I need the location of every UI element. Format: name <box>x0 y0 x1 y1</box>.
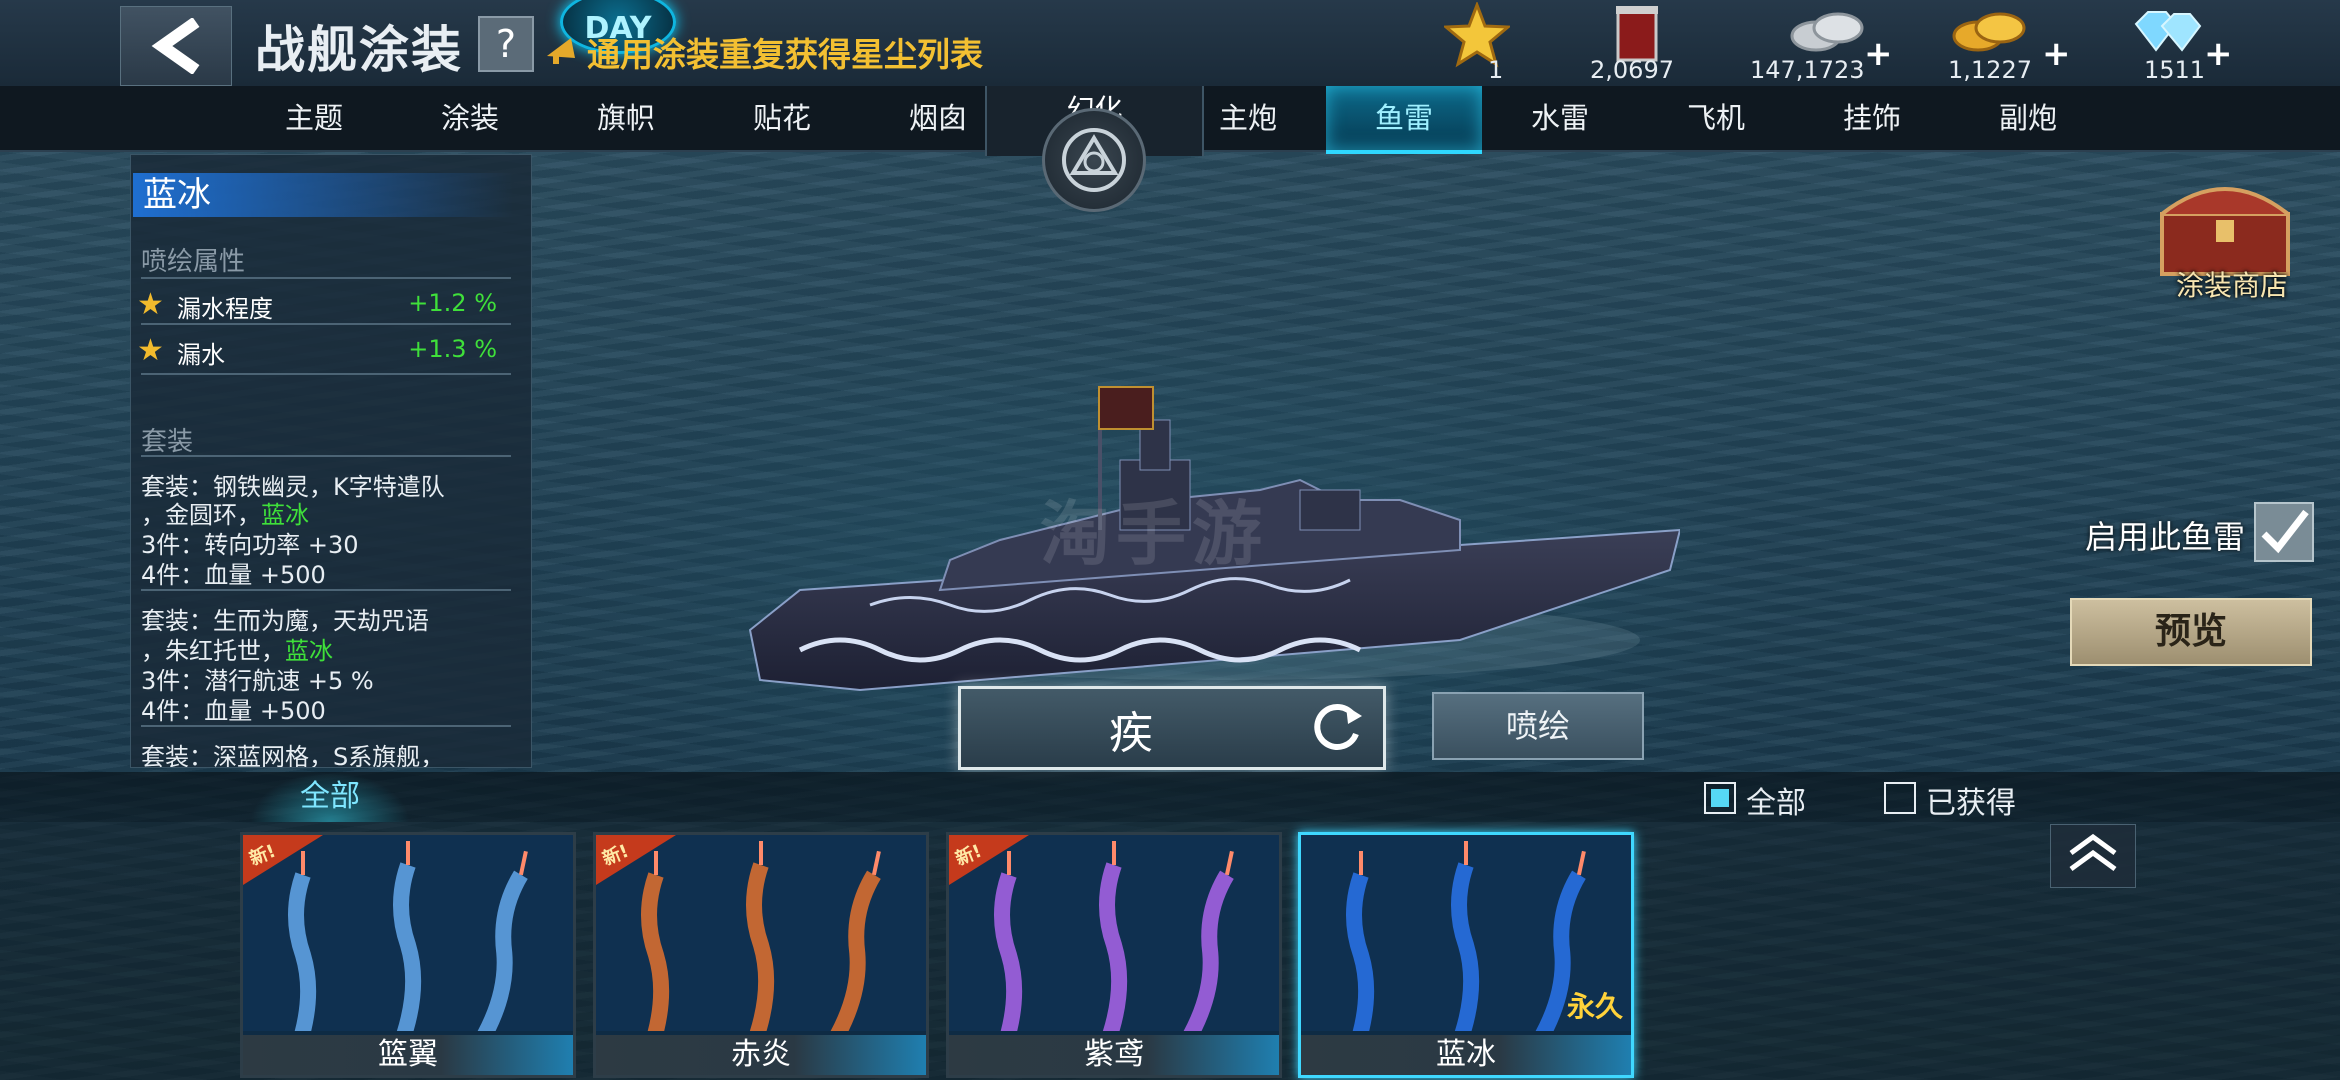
skin-card-name: 蓝冰 <box>1301 1035 1631 1075</box>
resource-silver-value: 147,1723 <box>1750 56 1865 84</box>
new-badge: 新! <box>596 835 676 885</box>
filter-all-label: 全部 <box>1746 786 1806 821</box>
skin-card-name: 篮翼 <box>243 1035 573 1075</box>
skin-card[interactable]: 新! 赤炎 <box>593 832 929 1078</box>
add-silver-button[interactable]: + <box>1864 34 1893 74</box>
enable-torpedo-label: 启用此鱼雷 <box>2085 518 2246 556</box>
tab-paint[interactable]: 涂装 <box>392 86 548 150</box>
resource-star-value: 1 <box>1488 56 1504 84</box>
resource-diamond-value: 1511 <box>2144 56 2206 84</box>
skin-card-name: 赤炎 <box>596 1035 926 1075</box>
double-chevron-up-icon <box>2069 833 2117 872</box>
skin-card[interactable]: 新! 紫鸢 <box>946 832 1282 1078</box>
ship-flag <box>1098 386 1154 430</box>
set1-bonus4: 4件：血量 +500 <box>141 561 326 589</box>
page-title: 战舰涂装 <box>255 21 463 79</box>
torpedo-mode-text: 疾 <box>1109 708 1153 759</box>
silver-coins-icon <box>1790 12 1864 52</box>
back-button[interactable] <box>120 6 232 86</box>
skin-card-name: 紫鸢 <box>949 1035 1279 1075</box>
attr-value: +1.2 % <box>408 289 497 317</box>
skin-name: 蓝冰 <box>133 173 513 217</box>
add-diamond-button[interactable]: + <box>2204 34 2233 74</box>
permanent-label: 永久 <box>1566 990 1623 1023</box>
attr-row: ★ 漏水程度 +1.2 % <box>137 283 507 323</box>
skin-info-panel: 蓝冰 喷绘属性 ★ 漏水程度 +1.2 % ★ 漏水 +1.3 % 套装 套装：… <box>130 154 532 768</box>
resource-diamond[interactable]: 1511 + <box>2120 0 2233 86</box>
divider <box>141 589 511 591</box>
divider <box>141 323 511 325</box>
filter-tab-all[interactable]: 全部 <box>250 772 410 822</box>
trumpet-icon <box>545 34 587 74</box>
attr-row: ★ 漏水 +1.3 % <box>137 329 507 369</box>
set2-bonus4: 4件：血量 +500 <box>141 697 326 725</box>
gold-coins-icon <box>1952 12 2026 52</box>
skin-card[interactable]: 新! 篮翼 <box>240 832 576 1078</box>
spray-button[interactable]: 喷绘 <box>1432 692 1644 760</box>
new-badge: 新! <box>949 835 1029 885</box>
attr-value: +1.3 % <box>408 335 497 363</box>
resource-star: 1 <box>1440 0 1520 86</box>
tab-flag[interactable]: 旗帜 <box>548 86 704 150</box>
resource-paint: 2,0697 <box>1590 0 1700 86</box>
filter-all-checkbox[interactable] <box>1704 782 1736 814</box>
star-icon: ★ <box>137 333 164 368</box>
tab-ornament[interactable]: 挂饰 <box>1794 86 1950 150</box>
tab-mine[interactable]: 水雷 <box>1482 86 1638 150</box>
tab-decal[interactable]: 贴花 <box>704 86 860 150</box>
enable-torpedo-checkbox[interactable] <box>2254 502 2314 562</box>
stardust-link-text: 通用涂装重复获得星尘列表 <box>587 35 983 74</box>
divider <box>141 373 511 375</box>
paint-bucket-icon <box>1616 6 1658 62</box>
tab-aircraft[interactable]: 飞机 <box>1638 86 1794 150</box>
illusion-button[interactable] <box>1042 108 1146 212</box>
skin-card-selected[interactable]: 永久 蓝冰 <box>1298 832 1634 1078</box>
set-title: 套装 <box>141 427 194 457</box>
attr-name: 漏水 <box>177 341 225 369</box>
illusion-emblem-icon <box>1062 128 1126 192</box>
add-gold-button[interactable]: + <box>2042 34 2071 74</box>
back-arrow-icon <box>151 18 200 74</box>
paint-shop-label: 涂装商店 <box>2176 269 2289 302</box>
checkmark-icon <box>2261 509 2309 554</box>
resource-gold[interactable]: 1,1227 + <box>1948 0 2071 86</box>
top-bar: 战舰涂装 ? DAY 通用涂装重复获得星尘列表 1 2,0697 147,172… <box>0 0 2340 88</box>
stardust-list-link[interactable]: 通用涂装重复获得星尘列表 <box>545 28 983 76</box>
divider <box>141 277 511 279</box>
resource-silver[interactable]: 147,1723 + <box>1750 0 1900 86</box>
filter-obtained-checkbox[interactable] <box>1884 782 1916 814</box>
tab-theme[interactable]: 主题 <box>236 86 392 150</box>
attr-name: 漏水程度 <box>177 295 273 323</box>
watermark: 淘手游 <box>1040 493 1268 575</box>
tab-torpedo[interactable]: 鱼雷 <box>1326 86 1482 154</box>
set3-line1: 套装：深蓝网格，S系旗舰， <box>141 743 445 768</box>
help-button[interactable]: ? <box>478 16 534 72</box>
resource-gold-value: 1,1227 <box>1948 56 2032 84</box>
star-icon: ★ <box>137 287 164 322</box>
diamond-icon <box>2134 11 2202 52</box>
filter-obtained-label: 已获得 <box>1926 786 2016 821</box>
new-badge: 新! <box>243 835 323 885</box>
resource-paint-value: 2,0697 <box>1590 56 1674 84</box>
spray-attr-title: 喷绘属性 <box>141 247 246 277</box>
refresh-icon[interactable] <box>1312 700 1364 752</box>
divider <box>141 455 511 457</box>
collapse-gallery-button[interactable] <box>2050 824 2136 888</box>
tab-secondary-gun[interactable]: 副炮 <box>1950 86 2106 150</box>
divider <box>141 725 511 727</box>
preview-button[interactable]: 预览 <box>2070 598 2312 666</box>
